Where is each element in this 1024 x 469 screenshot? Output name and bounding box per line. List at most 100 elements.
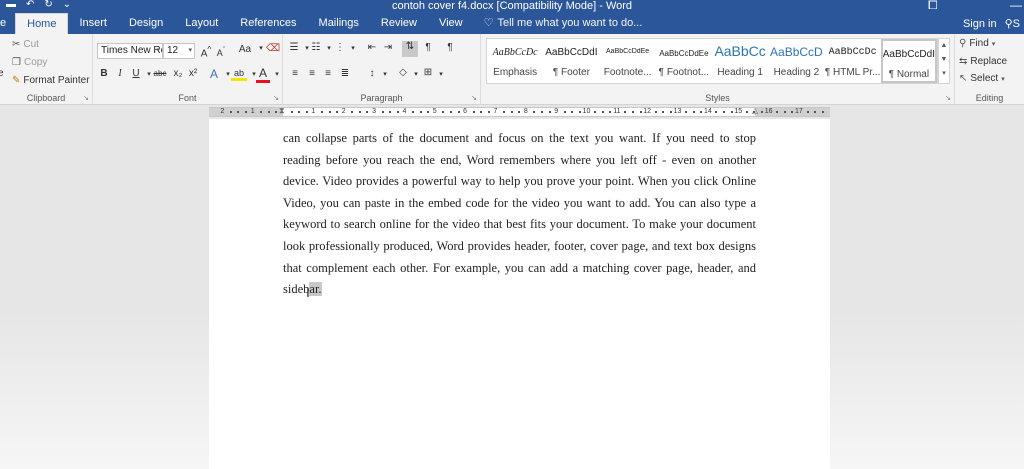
multilevel-dropdown-icon[interactable]: ▾ xyxy=(346,44,360,52)
minimize-icon[interactable]: — xyxy=(1010,0,1022,12)
window-title: contoh cover f4.docx [Compatibility Mode… xyxy=(391,0,633,12)
bullets-icon[interactable]: ☰ xyxy=(287,42,301,53)
subscript-button[interactable]: x₂ xyxy=(171,68,185,79)
tab-design[interactable]: Design xyxy=(118,13,174,34)
style-emphasis[interactable]: AaBbCcDc Emphasis xyxy=(487,39,543,83)
style-normal[interactable]: AaBbCcDdI ¶ Normal xyxy=(880,39,938,83)
account-area: Sign in ⚲S xyxy=(963,13,1024,34)
highlight-button[interactable]: ab xyxy=(231,68,247,81)
doc-line[interactable]: Video, you can paste in the embed code f… xyxy=(283,193,756,215)
document-body[interactable]: can collapse parts of the document and f… xyxy=(283,128,756,301)
find-button[interactable]: ⚲ Find ▾ xyxy=(959,38,995,49)
tell-me-box[interactable]: ♡ Tell me what you want to do... xyxy=(474,13,643,34)
pilcrow-icon[interactable]: ¶ xyxy=(443,42,457,53)
ruler-dot xyxy=(540,111,543,113)
ruler-dot xyxy=(669,111,672,113)
chevron-down-icon[interactable]: ▼ xyxy=(939,53,949,67)
font-size-box[interactable]: 12 ▾ xyxy=(163,43,195,59)
tab-insert[interactable]: Insert xyxy=(68,13,118,34)
italic-button[interactable]: I xyxy=(113,68,127,79)
doc-line[interactable]: can collapse parts of the document and f… xyxy=(283,128,756,150)
select-button[interactable]: ↖ Select ▾ xyxy=(959,73,1005,84)
tab-view[interactable]: View xyxy=(428,13,474,34)
ruler-dot xyxy=(761,111,763,113)
font-color-label: A xyxy=(258,66,267,80)
style-footer[interactable]: AaBbCcDdI ¶ Footer xyxy=(543,39,599,83)
chevron-up-icon[interactable]: ▲ xyxy=(939,39,949,53)
ruler-number: 9 xyxy=(554,108,559,115)
replace-button[interactable]: ⇆ Replace xyxy=(959,56,1007,67)
styles-launcher-icon[interactable]: ↘ xyxy=(945,94,951,102)
more-styles-icon[interactable]: ▾ xyxy=(939,67,949,81)
cut-button[interactable]: ✂ Cut xyxy=(12,39,39,50)
tab-references[interactable]: References xyxy=(229,13,307,34)
borders-icon[interactable]: ⊞ xyxy=(421,67,435,78)
numbering-icon[interactable]: ☷ xyxy=(309,42,323,53)
change-case-button[interactable]: Aa xyxy=(235,44,255,55)
text-effects-button[interactable]: A xyxy=(207,67,221,81)
line-spacing-icon[interactable]: ↕ xyxy=(365,68,379,79)
share-button[interactable]: ⚲S xyxy=(1005,17,1020,30)
increase-indent-icon[interactable]: ⇥ xyxy=(381,42,395,53)
multilevel-list-icon[interactable]: ⋮ xyxy=(333,42,347,53)
ribbon-display-icon[interactable]: ⧠ xyxy=(928,0,938,13)
selected-text[interactable]: ar. xyxy=(309,282,322,297)
decrease-indent-icon[interactable]: ⇤ xyxy=(365,42,379,53)
underline-button[interactable]: U xyxy=(129,68,143,79)
font-family-box[interactable]: Times New Ro ▾ xyxy=(97,43,163,59)
style-sample: AaBbCcDdEe xyxy=(659,49,709,58)
font-color-button[interactable]: A xyxy=(256,66,270,83)
align-right-icon[interactable]: ≡ xyxy=(321,68,335,79)
doc-line-last[interactable]: sidebar. xyxy=(283,279,756,301)
ruler-dot xyxy=(480,111,483,113)
copy-button[interactable]: ❐ Copy xyxy=(12,57,47,68)
tab-review[interactable]: Review xyxy=(370,13,428,34)
tab-layout[interactable]: Layout xyxy=(174,13,229,34)
line-spacing-dropdown-icon[interactable]: ▾ xyxy=(378,70,392,78)
ruler-number: 15 xyxy=(734,108,743,115)
font-group: Times New Ro ▾ 12 ▾ A^ Aˇ Aa ▾ ⌫ B I U ▾… xyxy=(93,34,283,105)
tab-mailings[interactable]: Mailings xyxy=(308,13,370,34)
text-effects-label: A xyxy=(209,67,218,81)
font-color-dropdown-icon[interactable]: ▾ xyxy=(270,70,284,78)
style-heading-1[interactable]: AaBbCc Heading 1 xyxy=(712,39,768,83)
tab-file[interactable]: e xyxy=(0,13,15,34)
shrink-font-button[interactable]: Aˇ xyxy=(214,45,228,58)
align-left-icon[interactable]: ≡ xyxy=(288,68,302,79)
doc-line[interactable]: reading before you reach the end, Word r… xyxy=(283,150,756,172)
superscript-button[interactable]: x² xyxy=(186,68,200,79)
doc-line[interactable]: device. Video provides a powerful way to… xyxy=(283,171,756,193)
align-center-icon[interactable]: ≡ xyxy=(305,68,319,79)
chevron-down-icon: ▾ xyxy=(188,47,192,54)
strikethrough-button[interactable]: abc xyxy=(151,69,169,78)
doc-line[interactable]: keyword to search online for the video t… xyxy=(283,214,756,236)
paragraph-launcher-icon[interactable]: ↘ xyxy=(471,94,477,102)
borders-dropdown-icon[interactable]: ▾ xyxy=(434,70,448,78)
clear-formatting-icon[interactable]: ⌫ xyxy=(266,43,280,54)
horizontal-ruler[interactable]: ⧗ △ 211234567891011121314151617 xyxy=(209,106,830,117)
ruler-dot xyxy=(806,111,809,113)
justify-icon[interactable]: ≣ xyxy=(338,68,352,79)
shading-icon[interactable]: ◇ xyxy=(396,67,410,78)
font-launcher-icon[interactable]: ↘ xyxy=(273,94,279,102)
sign-in-link[interactable]: Sign in xyxy=(963,18,997,30)
show-formatting-icon[interactable]: ¶ xyxy=(421,42,435,53)
styles-gallery-scroll[interactable]: ▲ ▼ ▾ xyxy=(938,38,950,84)
grow-font-button[interactable]: A^ xyxy=(199,44,213,59)
doc-line[interactable]: that complement each other. For example,… xyxy=(283,258,756,280)
paragraph-group: ☰ ▾ ☷ ▾ ⋮ ▾ ⇤ ⇥ ⇅ ¶ ¶ ≡ ≡ ≡ ≣ ↕ ▾ ◇ ▾ ⊞ … xyxy=(283,34,481,105)
indent-marker-icon[interactable]: ⧗ xyxy=(279,106,285,116)
sort-icon[interactable]: ⇅ xyxy=(402,41,418,57)
clipboard-launcher-icon[interactable]: ↘ xyxy=(83,94,89,102)
style-footnote[interactable]: AaBbCcDdEe Footnote... xyxy=(600,39,656,83)
style-heading-2[interactable]: AaBbCcD Heading 2 xyxy=(768,39,824,83)
ruler-dot xyxy=(260,111,263,113)
bold-button[interactable]: B xyxy=(97,68,111,79)
style-footnote-text[interactable]: AaBbCcDdEe ¶ Footnot... xyxy=(656,39,712,83)
tab-home[interactable]: Home xyxy=(15,13,69,34)
ruler-dot xyxy=(723,111,726,113)
format-painter-button[interactable]: ✎ Format Painter xyxy=(12,75,90,86)
doc-line[interactable]: look professionally produced, Word provi… xyxy=(283,236,756,258)
paste-button[interactable]: e xyxy=(0,68,4,79)
style-html-preformatted[interactable]: AaBbCcDc ¶ HTML Pr... xyxy=(825,39,881,83)
